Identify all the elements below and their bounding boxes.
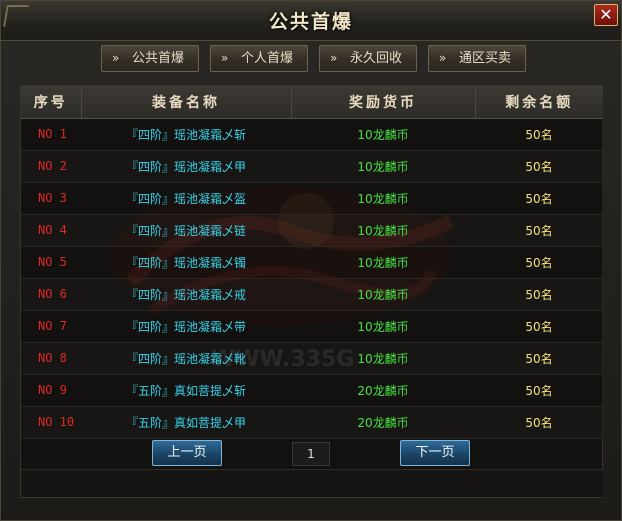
row-reward: 10龙麟币 xyxy=(291,246,475,279)
window-title: 公共首爆 xyxy=(268,11,353,33)
row-index: NO 2 xyxy=(21,150,81,183)
row-item-name: 『四阶』瑶池凝霜乄靴 xyxy=(81,342,291,375)
row-item-name: 『四阶』瑶池凝霜乄镯 xyxy=(81,246,291,279)
row-reward: 20龙麟币 xyxy=(291,374,475,407)
footer-bar xyxy=(21,469,603,497)
row-index: NO 10 xyxy=(21,406,81,439)
row-reward: 10龙麟币 xyxy=(291,118,475,151)
row-reward: 10龙麟币 xyxy=(291,214,475,247)
header-index: 序号 xyxy=(21,86,82,119)
next-page-button[interactable]: 下一页 xyxy=(400,440,470,466)
double-chevron-icon: » xyxy=(221,51,229,65)
row-item-name: 『五阶』真如菩提乄斩 xyxy=(81,374,291,407)
row-remaining: 50名 xyxy=(475,342,603,375)
tab-personal-first-drop[interactable]: » 个人首爆 xyxy=(210,45,308,72)
row-remaining: 50名 xyxy=(475,406,603,439)
header-reward: 奖励货币 xyxy=(291,86,476,119)
dialog-window: 公共首爆 ✕ » 公共首爆 » 个人首爆 » 永久回收 » 通区买卖 WWW.3… xyxy=(0,0,622,521)
table-header-row: 序号 装备名称 奖励货币 剩余名额 xyxy=(21,86,603,119)
row-item-name: 『四阶』瑶池凝霜乄斩 xyxy=(81,118,291,151)
row-reward: 10龙麟币 xyxy=(291,310,475,343)
table-row: NO 2 『四阶』瑶池凝霜乄甲 10龙麟币 50名 xyxy=(21,150,603,183)
row-remaining: 50名 xyxy=(475,182,603,215)
table-row: NO 1 『四阶』瑶池凝霜乄斩 10龙麟币 50名 xyxy=(21,118,603,151)
prev-page-button[interactable]: 上一页 xyxy=(152,440,222,466)
row-index: NO 8 xyxy=(21,342,81,375)
tab-label: 永久回收 xyxy=(350,51,403,66)
row-index: NO 5 xyxy=(21,246,81,279)
pagination-bar: 上一页 1 下一页 xyxy=(21,438,603,468)
page-number: 1 xyxy=(292,442,330,466)
row-remaining: 50名 xyxy=(475,118,603,151)
row-reward: 10龙麟币 xyxy=(291,278,475,311)
row-reward: 10龙麟币 xyxy=(291,182,475,215)
header-remaining: 剩余名额 xyxy=(475,86,603,119)
table-row: NO 7 『四阶』瑶池凝霜乄带 10龙麟币 50名 xyxy=(21,310,603,343)
row-remaining: 50名 xyxy=(475,374,603,407)
row-index: NO 3 xyxy=(21,182,81,215)
row-index: NO 9 xyxy=(21,374,81,407)
tab-permanent-recycle[interactable]: » 永久回收 xyxy=(319,45,417,72)
tab-label: 公共首爆 xyxy=(132,51,185,66)
row-remaining: 50名 xyxy=(475,310,603,343)
double-chevron-icon: » xyxy=(112,51,120,65)
close-button[interactable]: ✕ xyxy=(594,4,618,26)
tab-public-first-drop[interactable]: » 公共首爆 xyxy=(101,45,199,72)
row-item-name: 『四阶』瑶池凝霜乄带 xyxy=(81,310,291,343)
tab-bar: » 公共首爆 » 个人首爆 » 永久回收 » 通区买卖 xyxy=(101,45,541,73)
first-drop-table: 序号 装备名称 奖励货币 剩余名额 NO 1 『四阶』瑶池凝霜乄斩 10龙麟币 … xyxy=(21,86,603,439)
header-item-name: 装备名称 xyxy=(81,86,292,119)
table-row: NO 8 『四阶』瑶池凝霜乄靴 10龙麟币 50名 xyxy=(21,342,603,375)
row-reward: 10龙麟币 xyxy=(291,342,475,375)
row-index: NO 1 xyxy=(21,118,81,151)
row-item-name: 『四阶』瑶池凝霜乄甲 xyxy=(81,150,291,183)
tab-label: 个人首爆 xyxy=(241,51,294,66)
row-remaining: 50名 xyxy=(475,278,603,311)
row-index: NO 4 xyxy=(21,214,81,247)
double-chevron-icon: » xyxy=(330,51,338,65)
row-reward: 10龙麟币 xyxy=(291,150,475,183)
row-item-name: 『四阶』瑶池凝霜乄盔 xyxy=(81,182,291,215)
row-index: NO 7 xyxy=(21,310,81,343)
row-index: NO 6 xyxy=(21,278,81,311)
table-row: NO 6 『四阶』瑶池凝霜乄戒 10龙麟币 50名 xyxy=(21,278,603,311)
row-remaining: 50名 xyxy=(475,214,603,247)
row-item-name: 『五阶』真如菩提乄甲 xyxy=(81,406,291,439)
row-remaining: 50名 xyxy=(475,246,603,279)
title-bar: 公共首爆 ✕ xyxy=(1,1,621,41)
tab-label: 通区买卖 xyxy=(459,51,512,66)
table-row: NO 5 『四阶』瑶池凝霜乄镯 10龙麟币 50名 xyxy=(21,246,603,279)
table-row: NO 4 『四阶』瑶池凝霜乄链 10龙麟币 50名 xyxy=(21,214,603,247)
double-chevron-icon: » xyxy=(439,51,447,65)
table-row: NO 10 『五阶』真如菩提乄甲 20龙麟币 50名 xyxy=(21,406,603,439)
row-remaining: 50名 xyxy=(475,150,603,183)
row-item-name: 『四阶』瑶池凝霜乄戒 xyxy=(81,278,291,311)
row-item-name: 『四阶』瑶池凝霜乄链 xyxy=(81,214,291,247)
tab-cross-server-trade[interactable]: » 通区买卖 xyxy=(428,45,526,72)
table-row: NO 9 『五阶』真如菩提乄斩 20龙麟币 50名 xyxy=(21,374,603,407)
table-row: NO 3 『四阶』瑶池凝霜乄盔 10龙麟币 50名 xyxy=(21,182,603,215)
row-reward: 20龙麟币 xyxy=(291,406,475,439)
